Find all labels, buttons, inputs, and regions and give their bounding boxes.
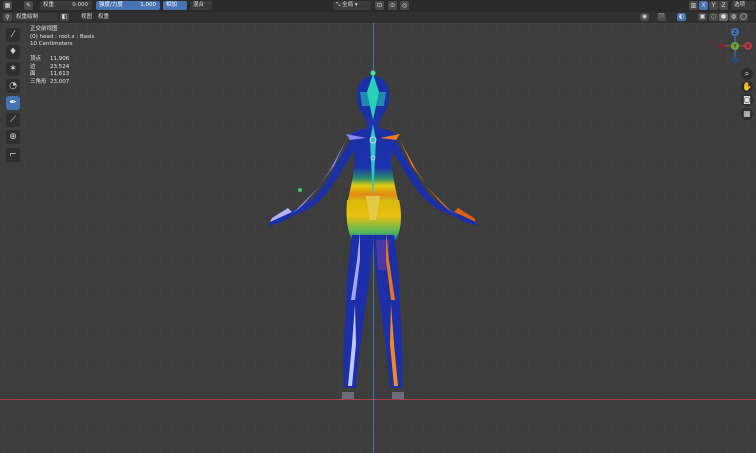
zoom-icon[interactable]: ⌕ (741, 68, 753, 80)
perspective-grid-icon[interactable]: ▦ (741, 108, 753, 120)
stat-value: 11,613 (50, 71, 70, 78)
measure-icon[interactable]: ⌐ (6, 148, 20, 162)
gizmo-neg-x-axis[interactable] (717, 42, 725, 50)
stat-key: 面 (30, 71, 36, 78)
stat-row: 面 11,613 (30, 71, 69, 79)
cursor-icon[interactable]: ⊕ (6, 130, 20, 144)
gizmo-x-label: X (746, 44, 750, 50)
stat-value: 23,524 (50, 63, 70, 70)
grid-scale: 10 Centimeters (30, 41, 73, 47)
brush-icon[interactable]: ⁄ (6, 28, 20, 42)
stat-row: 顶点 11,906 (30, 56, 69, 64)
stat-key: 顶点 (30, 56, 42, 62)
stat-value: 11,906 (50, 56, 70, 62)
eyedropper-icon[interactable]: ✒ (6, 96, 20, 110)
pan-hand-icon[interactable]: ✋ (741, 81, 753, 93)
object-info: (0) head : root.x : Basis (30, 33, 95, 40)
line-icon[interactable]: ⟋ (6, 113, 20, 127)
viewport-info: 正交前视图 (0) head : root.x : Basis 10 Centi… (30, 26, 94, 49)
stat-value: 23,007 (50, 78, 70, 85)
stat-key: 三角形 (30, 78, 47, 85)
stat-row: 三角形 23,007 (30, 79, 69, 87)
smear-icon[interactable]: ✶ (6, 62, 20, 76)
view-name: 正交前视图 (30, 26, 58, 32)
viewport[interactable]: Z X Y (0, 0, 756, 453)
drop-icon[interactable]: ♦ (6, 45, 20, 59)
blur-icon[interactable]: ◔ (6, 79, 20, 93)
gizmo-neg-z-axis[interactable] (731, 56, 739, 64)
gizmo-z-label: Z (733, 30, 737, 36)
camera-icon[interactable]: ◙ (741, 94, 753, 106)
scene-statistics: 顶点 11,906 边 23,524 面 11,613 三角形 23,007 (30, 56, 69, 86)
